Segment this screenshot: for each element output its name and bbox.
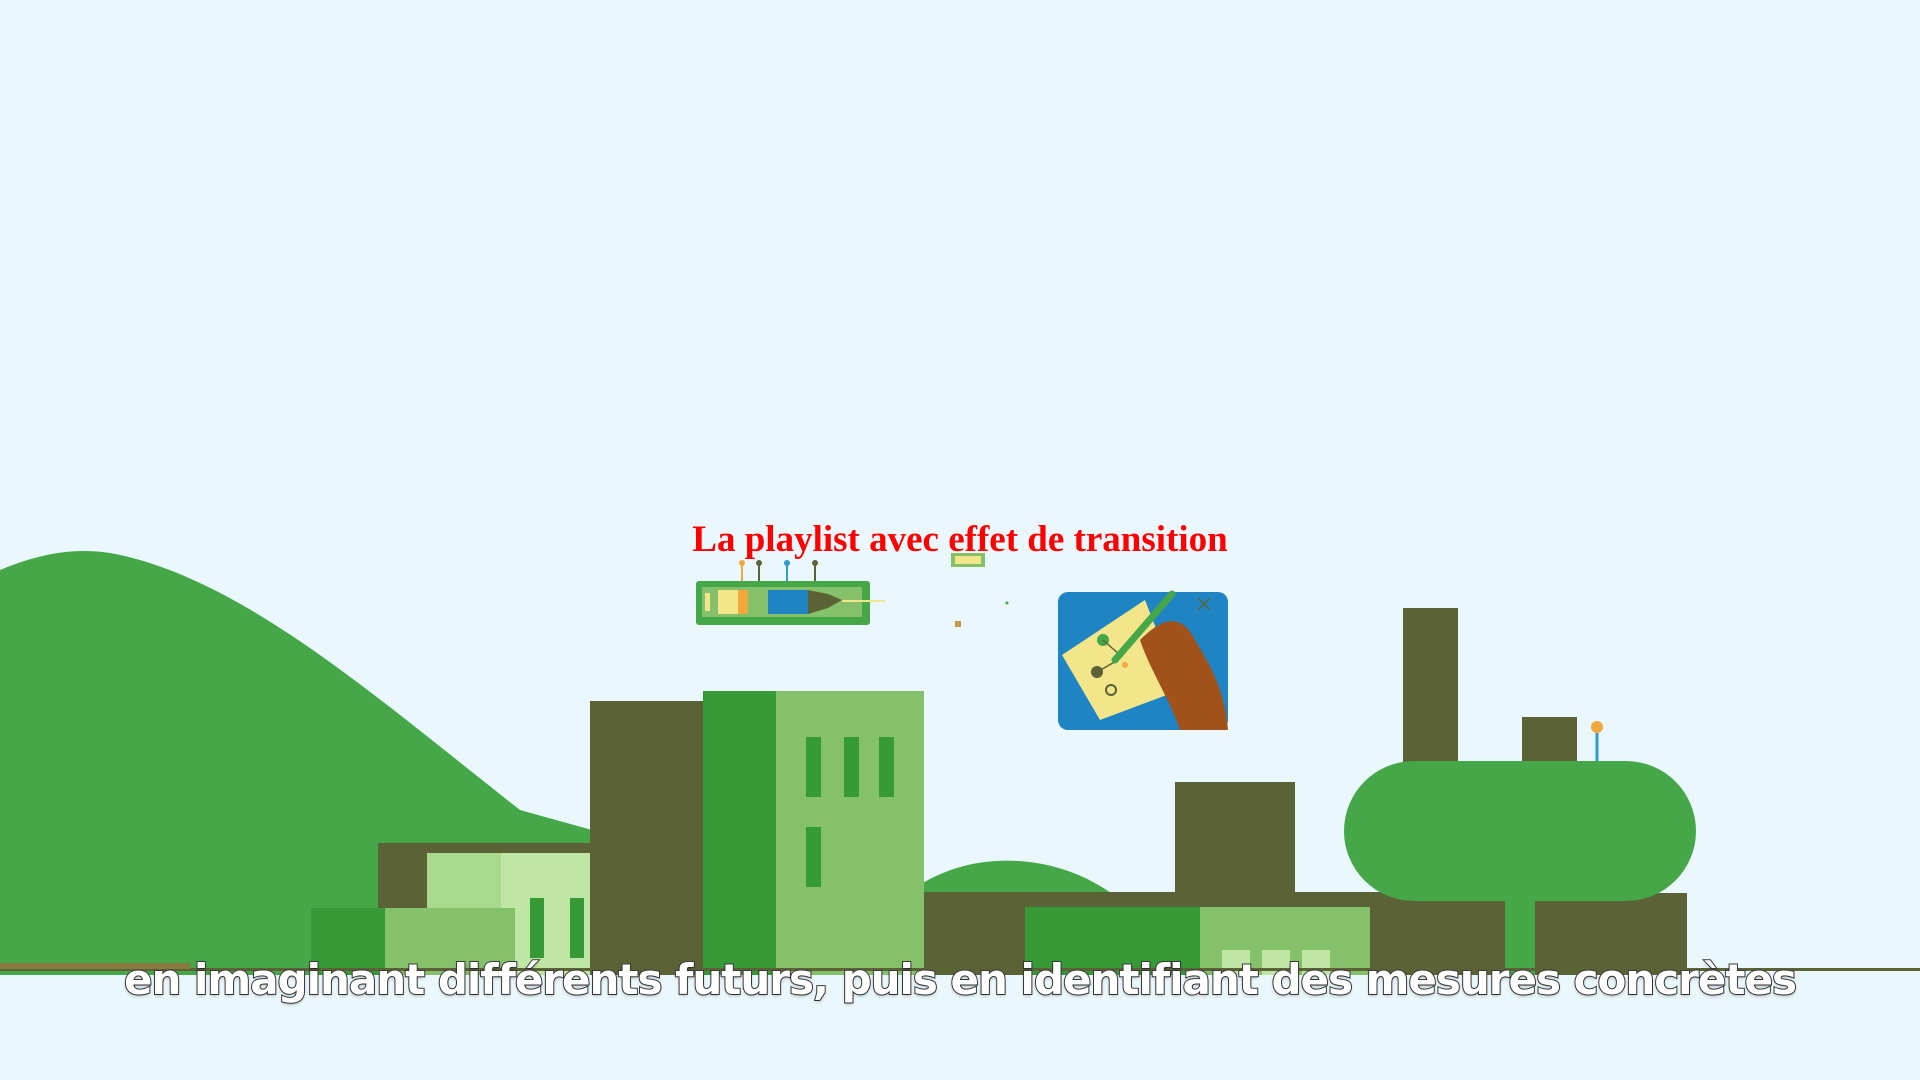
chimney bbox=[1403, 608, 1458, 778]
storage-tank bbox=[1344, 761, 1696, 901]
building-dark-mid bbox=[1175, 782, 1295, 902]
building-light-tall bbox=[776, 691, 924, 975]
video-frame[interactable]: La playlist avec effet de transition en … bbox=[0, 0, 1920, 1080]
building-green-tall bbox=[703, 691, 776, 975]
playlist-overlay-title: La playlist avec effet de transition bbox=[692, 519, 1228, 560]
building-dark-tall bbox=[590, 701, 705, 975]
antenna-light bbox=[1591, 721, 1603, 733]
timeline-card bbox=[696, 560, 885, 625]
video-subtitle: en imaginant différents futurs, puis en … bbox=[123, 954, 1798, 1005]
hand-drawing-card bbox=[1058, 590, 1228, 730]
